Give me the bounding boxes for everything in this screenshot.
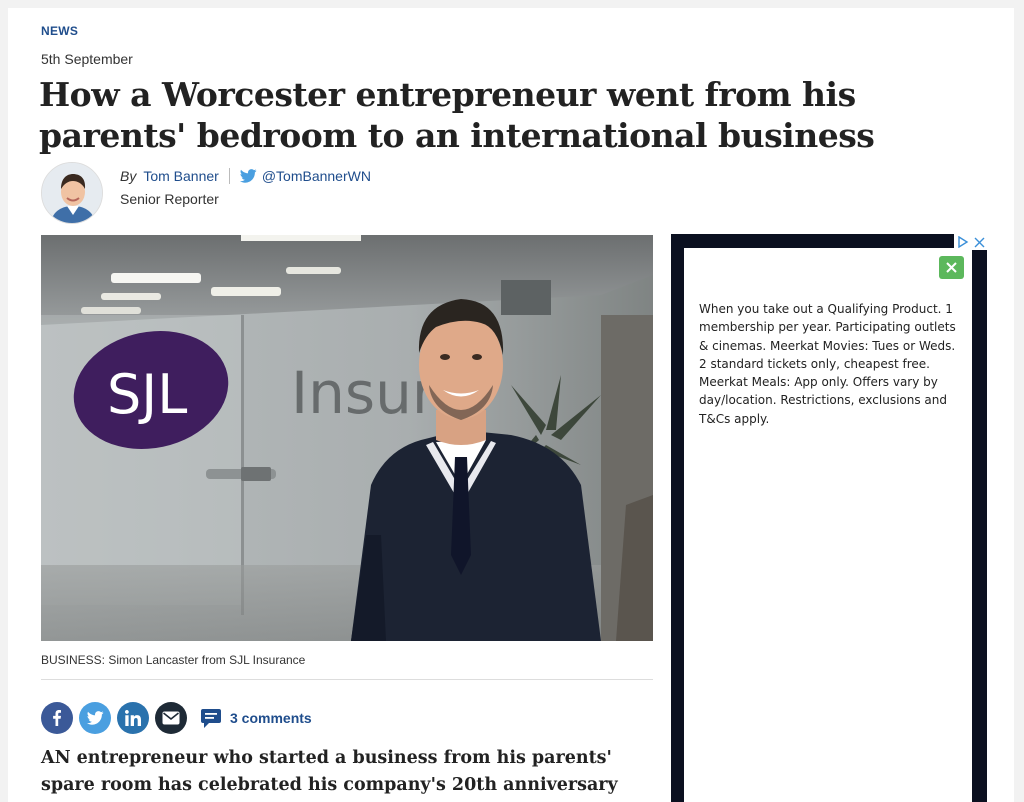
ad-close-x-icon (974, 237, 984, 247)
sign-logo-text: SJL (107, 363, 187, 426)
author-twitter-link[interactable]: @TomBannerWN (262, 168, 371, 184)
twitter-bird-icon[interactable] (239, 169, 257, 183)
twitter-icon (86, 711, 104, 725)
article-lede: AN entrepreneur who started a business f… (41, 748, 618, 795)
article-headline: How a Worcester entrepreneur went from h… (39, 75, 875, 155)
comments-link[interactable]: 3 comments (201, 708, 312, 728)
ad-terms-text: When you take out a Qualifying Product. … (699, 302, 956, 426)
ad-choices-icon (957, 236, 968, 248)
share-twitter-button[interactable] (79, 702, 111, 734)
ad-close-button[interactable] (939, 256, 964, 279)
share-email-button[interactable] (155, 702, 187, 734)
article-date: 5th September (41, 51, 133, 67)
image-caption: BUSINESS: Simon Lancaster from SJL Insur… (41, 653, 306, 667)
advertisement[interactable]: When you take out a Qualifying Product. … (671, 234, 987, 802)
comments-count[interactable]: 3 comments (230, 710, 312, 726)
author-avatar[interactable] (41, 162, 103, 224)
hero-photo: SJL Insura (41, 235, 653, 641)
caption-divider (41, 679, 653, 680)
author-photo (42, 163, 102, 223)
ad-content: When you take out a Qualifying Product. … (684, 248, 972, 802)
linkedin-icon (125, 710, 141, 726)
share-facebook-button[interactable] (41, 702, 73, 734)
share-linkedin-button[interactable] (117, 702, 149, 734)
section-label[interactable]: NEWS (41, 24, 78, 38)
byline-prefix: By (120, 168, 137, 184)
share-bar: 3 comments (41, 702, 312, 734)
close-icon (946, 262, 957, 273)
article-hero-image[interactable]: SJL Insura (41, 235, 653, 641)
email-icon (162, 711, 180, 725)
comment-bubble-icon (201, 708, 221, 728)
author-name-link[interactable]: Tom Banner (143, 168, 218, 184)
byline: By Tom Banner @TomBannerWN (120, 168, 371, 184)
article-page: NEWS 5th September How a Worcester entre… (8, 8, 1014, 802)
byline-divider (228, 168, 230, 184)
facebook-icon (53, 710, 61, 726)
author-title: Senior Reporter (120, 191, 219, 207)
